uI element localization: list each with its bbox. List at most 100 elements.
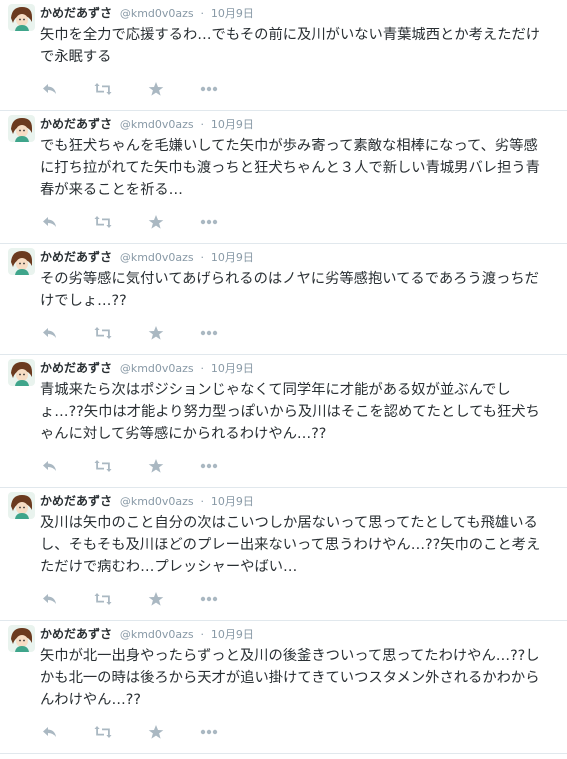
more-icon xyxy=(200,729,218,735)
user-name[interactable]: かめだあずさ xyxy=(40,494,112,508)
separator: · xyxy=(200,118,205,131)
more-button[interactable] xyxy=(199,589,219,609)
star-icon xyxy=(148,326,164,340)
user-handle[interactable]: @kmd0v0azs xyxy=(120,7,194,20)
retweet-icon xyxy=(94,460,112,472)
star-icon xyxy=(148,215,164,229)
retweet-button[interactable] xyxy=(93,589,113,609)
retweet-icon xyxy=(94,593,112,605)
separator: · xyxy=(200,362,205,375)
reply-button[interactable] xyxy=(40,722,60,742)
tweet: かめだあずさ @kmd0v0azs · 10月9日 青城来たら次はポジションじゃ… xyxy=(0,355,567,488)
user-name[interactable]: かめだあずさ xyxy=(40,627,112,641)
retweet-icon xyxy=(94,327,112,339)
retweet-button[interactable] xyxy=(93,456,113,476)
tweet-content: かめだあずさ @kmd0v0azs · 10月9日 青城来たら次はポジションじゃ… xyxy=(40,355,557,481)
tweet-header: かめだあずさ @kmd0v0azs · 10月9日 xyxy=(40,0,557,22)
reply-button[interactable] xyxy=(40,79,60,99)
tweet-header: かめだあずさ @kmd0v0azs · 10月9日 xyxy=(40,488,557,510)
retweet-button[interactable] xyxy=(93,722,113,742)
timeline: かめだあずさ @kmd0v0azs · 10月9日 矢巾を全力で応援するわ…でも… xyxy=(0,0,567,754)
avatar[interactable] xyxy=(8,248,35,275)
user-handle[interactable]: @kmd0v0azs xyxy=(120,495,194,508)
user-handle[interactable]: @kmd0v0azs xyxy=(120,628,194,641)
favorite-button[interactable] xyxy=(146,722,166,742)
star-icon xyxy=(148,459,164,473)
avatar[interactable] xyxy=(8,625,35,652)
retweet-icon xyxy=(94,83,112,95)
avatar[interactable] xyxy=(8,492,35,519)
more-button[interactable] xyxy=(199,722,219,742)
retweet-icon xyxy=(94,216,112,228)
tweet: かめだあずさ @kmd0v0azs · 10月9日 及川は矢巾のこと自分の次はこ… xyxy=(0,488,567,621)
tweet-header: かめだあずさ @kmd0v0azs · 10月9日 xyxy=(40,244,557,266)
more-icon xyxy=(200,596,218,602)
tweet-text: 及川は矢巾のこと自分の次はこいつしか居ないって思ってたとしても飛雄いるし、そもそ… xyxy=(40,515,541,575)
reply-button[interactable] xyxy=(40,589,60,609)
user-handle[interactable]: @kmd0v0azs xyxy=(120,251,194,264)
more-button[interactable] xyxy=(199,79,219,99)
reply-icon xyxy=(43,84,56,94)
retweet-button[interactable] xyxy=(93,212,113,232)
tweet-text: でも狂犬ちゃんを毛嫌いしてた矢巾が歩み寄って素敵な相棒になって、劣等感に打ち拉が… xyxy=(40,138,540,198)
user-handle[interactable]: @kmd0v0azs xyxy=(120,118,194,131)
user-handle[interactable]: @kmd0v0azs xyxy=(120,362,194,375)
favorite-button[interactable] xyxy=(146,456,166,476)
retweet-button[interactable] xyxy=(93,79,113,99)
tweet-content: かめだあずさ @kmd0v0azs · 10月9日 その劣等感に気付いてあげられ… xyxy=(40,244,557,348)
separator: · xyxy=(200,495,205,508)
tweet-actions xyxy=(40,717,557,747)
tweet-header: かめだあずさ @kmd0v0azs · 10月9日 xyxy=(40,621,557,643)
tweet: かめだあずさ @kmd0v0azs · 10月9日 矢巾が北一出身やったらずっと… xyxy=(0,621,567,754)
user-name[interactable]: かめだあずさ xyxy=(40,6,112,20)
tweet: かめだあずさ @kmd0v0azs · 10月9日 矢巾を全力で応援するわ…でも… xyxy=(0,0,567,111)
separator: · xyxy=(200,628,205,641)
more-button[interactable] xyxy=(199,323,219,343)
star-icon xyxy=(148,82,164,96)
more-button[interactable] xyxy=(199,456,219,476)
more-icon xyxy=(200,219,218,225)
avatar[interactable] xyxy=(8,115,35,142)
reply-button[interactable] xyxy=(40,323,60,343)
favorite-button[interactable] xyxy=(146,212,166,232)
reply-button[interactable] xyxy=(40,212,60,232)
tweet-actions xyxy=(40,74,557,104)
tweet: かめだあずさ @kmd0v0azs · 10月9日 でも狂犬ちゃんを毛嫌いしてた… xyxy=(0,111,567,244)
reply-icon xyxy=(43,461,56,471)
tweet-text: 青城来たら次はポジションじゃなくて同学年に才能がある奴が並ぶんでしょ…??矢巾は… xyxy=(40,382,540,442)
more-icon xyxy=(200,86,218,92)
tweet-actions xyxy=(40,451,557,481)
reply-button[interactable] xyxy=(40,456,60,476)
tweet-content: かめだあずさ @kmd0v0azs · 10月9日 及川は矢巾のこと自分の次はこ… xyxy=(40,488,557,614)
user-name[interactable]: かめだあずさ xyxy=(40,117,112,131)
favorite-button[interactable] xyxy=(146,323,166,343)
favorite-button[interactable] xyxy=(146,79,166,99)
tweet-text: 矢巾が北一出身やったらずっと及川の後釜きついって思ってたわけやん…??しかも北一… xyxy=(40,648,540,708)
user-name[interactable]: かめだあずさ xyxy=(40,250,112,264)
timestamp[interactable]: 10月9日 xyxy=(211,7,254,20)
user-name[interactable]: かめだあずさ xyxy=(40,361,112,375)
retweet-icon xyxy=(94,726,112,738)
avatar[interactable] xyxy=(8,4,35,31)
timestamp[interactable]: 10月9日 xyxy=(211,118,254,131)
tweet: かめだあずさ @kmd0v0azs · 10月9日 その劣等感に気付いてあげられ… xyxy=(0,244,567,355)
favorite-button[interactable] xyxy=(146,589,166,609)
timestamp[interactable]: 10月9日 xyxy=(211,362,254,375)
timestamp[interactable]: 10月9日 xyxy=(211,251,254,264)
avatar[interactable] xyxy=(8,359,35,386)
more-icon xyxy=(200,330,218,336)
retweet-button[interactable] xyxy=(93,323,113,343)
tweet-actions xyxy=(40,318,557,348)
star-icon xyxy=(148,592,164,606)
timestamp[interactable]: 10月9日 xyxy=(211,628,254,641)
tweet-header: かめだあずさ @kmd0v0azs · 10月9日 xyxy=(40,111,557,133)
separator: · xyxy=(200,251,205,264)
star-icon xyxy=(148,725,164,739)
tweet-content: かめだあずさ @kmd0v0azs · 10月9日 矢巾が北一出身やったらずっと… xyxy=(40,621,557,747)
timestamp[interactable]: 10月9日 xyxy=(211,495,254,508)
more-button[interactable] xyxy=(199,212,219,232)
tweet-actions xyxy=(40,584,557,614)
tweet-content: かめだあずさ @kmd0v0azs · 10月9日 でも狂犬ちゃんを毛嫌いしてた… xyxy=(40,111,557,237)
reply-icon xyxy=(43,328,56,338)
more-icon xyxy=(200,463,218,469)
